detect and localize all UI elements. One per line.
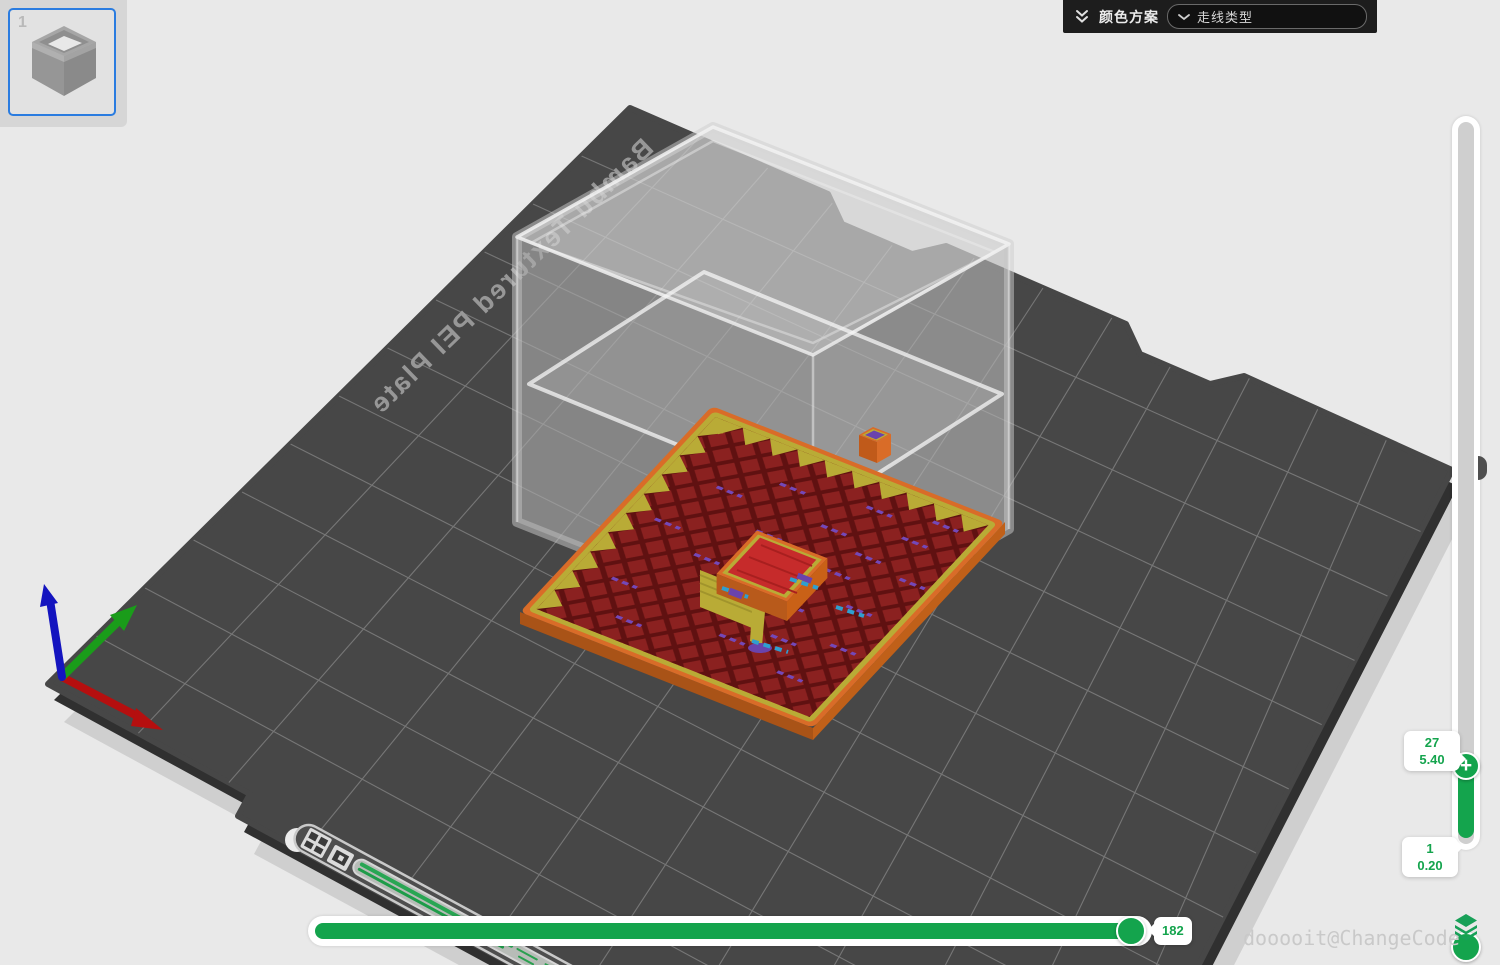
plate-cube-icon bbox=[32, 26, 96, 96]
view-type-dropdown[interactable]: 走线类型 bbox=[1167, 4, 1367, 29]
z-axis-arrow bbox=[40, 584, 58, 607]
move-value: 182 bbox=[1162, 923, 1184, 938]
move-tooltip: 182 bbox=[1147, 917, 1192, 945]
bottom-layer-height: 0.20 bbox=[1417, 858, 1443, 873]
move-slider-handle[interactable] bbox=[1116, 916, 1146, 946]
layer-slider-track[interactable] bbox=[1458, 122, 1474, 844]
color-scheme-label: 颜色方案 bbox=[1099, 8, 1159, 25]
top-layer-tooltip: 27 5.40 bbox=[1404, 731, 1467, 771]
color-scheme-toolbar: 颜色方案 走线类型 bbox=[1063, 0, 1377, 33]
top-layer-height: 5.40 bbox=[1419, 752, 1445, 767]
bottom-layer-number: 1 bbox=[1426, 841, 1434, 856]
prime-tower bbox=[859, 427, 891, 463]
chevron-down-icon bbox=[1178, 13, 1190, 20]
chevrons-collapse-icon[interactable] bbox=[1073, 9, 1091, 25]
bottom-layer-tooltip: 1 0.20 bbox=[1402, 837, 1464, 877]
top-layer-number: 27 bbox=[1424, 735, 1440, 750]
move-slider[interactable] bbox=[308, 916, 1152, 946]
move-slider-fill bbox=[315, 923, 1127, 939]
plate-thumbnail-1[interactable]: 1 bbox=[8, 8, 116, 116]
view-type-value: 走线类型 bbox=[1197, 10, 1254, 25]
viewport-3d[interactable]: Bambu Textured PEI Plate bbox=[0, 0, 1500, 965]
layers-view-icon[interactable] bbox=[1449, 911, 1483, 945]
plate-thumbnail-panel: 1 bbox=[0, 0, 127, 127]
watermark: dooooit@ChangeCode bbox=[1243, 926, 1460, 950]
